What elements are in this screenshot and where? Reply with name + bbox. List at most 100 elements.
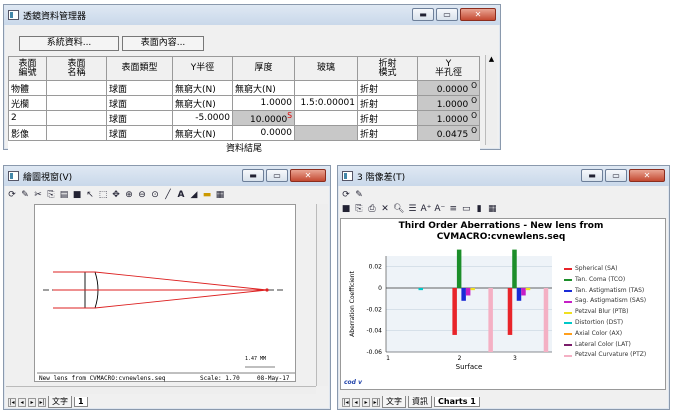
- cell-id[interactable]: 影像: [8, 125, 47, 141]
- cell-aperture[interactable]: 1.0000 O: [417, 110, 480, 126]
- minimize-button[interactable]: ▬: [581, 169, 603, 182]
- paste-icon[interactable]: ▤: [59, 190, 69, 200]
- cell-radius[interactable]: 無窮大(N): [172, 95, 233, 111]
- close-button[interactable]: ✕: [290, 169, 326, 182]
- cell-thickness[interactable]: 10.0000S: [232, 110, 295, 126]
- cell-radius[interactable]: 無窮大(N): [172, 125, 233, 141]
- cell-type[interactable]: 球面: [106, 110, 173, 126]
- copy-icon[interactable]: ⎘: [354, 204, 364, 214]
- cell-thickness[interactable]: 0.0000: [232, 125, 295, 141]
- cell-id[interactable]: 物體: [8, 80, 47, 96]
- drawing-canvas[interactable]: 1.47 MM New lens from CVMACRO:cvnewlens.…: [34, 204, 296, 382]
- lde-vertical-scrollbar[interactable]: ▲: [485, 55, 497, 145]
- zoom-in-icon[interactable]: ⊕: [124, 190, 134, 200]
- edit-icon[interactable]: ✎: [20, 190, 30, 200]
- cell-aperture[interactable]: 1.0000 O: [417, 95, 480, 111]
- cell-aperture[interactable]: 0.0000 O: [417, 80, 480, 96]
- table-icon[interactable]: ▦: [487, 204, 497, 214]
- grid-lines-icon[interactable]: ≡: [448, 204, 458, 214]
- surface-properties-button[interactable]: 表面內容...: [122, 36, 204, 51]
- cell-type[interactable]: 球面: [106, 125, 173, 141]
- maximize-button[interactable]: ▭: [436, 8, 458, 21]
- cell-aperture[interactable]: 0.0475 O: [417, 125, 480, 141]
- drawing-titlebar[interactable]: 繪圖視窗(V) ▬ ▭ ✕: [4, 166, 330, 186]
- tab-1[interactable]: 1: [74, 397, 88, 407]
- cell-glass[interactable]: 1.5:0.00001: [294, 95, 358, 111]
- cell-mode[interactable]: 折射: [357, 125, 418, 141]
- cell-name[interactable]: [46, 80, 107, 96]
- cut-icon[interactable]: ✂: [33, 190, 43, 200]
- close-button[interactable]: ✕: [629, 169, 665, 182]
- eraser-icon[interactable]: ◢: [189, 190, 199, 200]
- scroll-up-arrow[interactable]: ▲: [486, 55, 497, 63]
- cell-mode[interactable]: 折射: [357, 80, 418, 96]
- edit-icon[interactable]: ✎: [354, 190, 364, 200]
- cell-name[interactable]: [46, 95, 107, 111]
- cell-radius[interactable]: 無窮大(N): [172, 80, 233, 96]
- cell-glass[interactable]: [294, 110, 358, 126]
- minimize-button[interactable]: ▬: [242, 169, 264, 182]
- cell-name[interactable]: [46, 125, 107, 141]
- tab-charts-1[interactable]: Charts 1: [434, 397, 480, 407]
- pan-icon[interactable]: ✥: [111, 190, 121, 200]
- grid-icon[interactable]: ▦: [215, 190, 225, 200]
- maximize-button[interactable]: ▭: [605, 169, 627, 182]
- drawing-vertical-scrollbar[interactable]: [316, 204, 328, 386]
- cell-mode[interactable]: 折射: [357, 95, 418, 111]
- cell-id[interactable]: 光欄: [8, 95, 47, 111]
- cell-glass[interactable]: [294, 125, 358, 141]
- cell-name[interactable]: [46, 110, 107, 126]
- cross-icon[interactable]: ✕: [380, 204, 390, 214]
- table-row[interactable]: 影像 球面 無窮大(N) 0.0000 折射 0.0475 O: [8, 125, 480, 141]
- tab-text[interactable]: 文字: [382, 396, 406, 408]
- tab-last-arrow[interactable]: ▸|: [372, 397, 380, 407]
- close-button[interactable]: ✕: [460, 8, 496, 21]
- minimize-button[interactable]: ▬: [412, 8, 434, 21]
- tab-prev-arrow[interactable]: ◂: [18, 397, 26, 407]
- drawing-horizontal-scrollbar[interactable]: [6, 386, 316, 394]
- font-smaller-icon[interactable]: A⁻: [434, 204, 445, 214]
- tab-first-arrow[interactable]: |◂: [342, 397, 350, 407]
- chart-type-icon[interactable]: ▮: [474, 204, 484, 214]
- legend-label: Sag. Astigmatism (SAS): [575, 297, 647, 305]
- legend-icon[interactable]: ☰: [407, 204, 417, 214]
- cell-radius[interactable]: -5.0000: [172, 110, 233, 126]
- cell-type[interactable]: 球面: [106, 95, 173, 111]
- table-row[interactable]: 物體 球面 無窮大(N) 無窮大(N) 折射 0.0000 O: [8, 80, 480, 96]
- cell-type[interactable]: 球面: [106, 80, 173, 96]
- line-icon[interactable]: ╱: [163, 190, 173, 200]
- text-icon[interactable]: A: [176, 190, 186, 200]
- font-bigger-icon[interactable]: A⁺: [420, 204, 431, 214]
- save-icon[interactable]: ■: [341, 204, 351, 214]
- zoom-out-icon[interactable]: ⊖: [137, 190, 147, 200]
- zoom-fit-icon[interactable]: ⊙: [150, 190, 160, 200]
- table-row[interactable]: 2 球面 -5.0000 10.0000S 折射 1.0000 O: [8, 110, 480, 126]
- system-data-button[interactable]: 系統資料...: [19, 36, 119, 51]
- cell-thickness[interactable]: 1.0000: [232, 95, 295, 111]
- pointer-icon[interactable]: ↖: [85, 190, 95, 200]
- tab-next-arrow[interactable]: ▸: [362, 397, 370, 407]
- tab-last-arrow[interactable]: ▸|: [38, 397, 46, 407]
- print-icon[interactable]: ⎙: [367, 204, 377, 214]
- cell-id[interactable]: 2: [8, 110, 47, 126]
- copy-icon[interactable]: ⎘: [46, 190, 56, 200]
- tab-text[interactable]: 文字: [48, 396, 72, 408]
- save-icon[interactable]: ■: [72, 190, 82, 200]
- zoom-icon[interactable]: 🔍︎: [393, 204, 404, 214]
- border-icon[interactable]: ▭: [461, 204, 471, 214]
- refresh-icon[interactable]: ⟳: [341, 190, 351, 200]
- lde-titlebar[interactable]: 透鏡資料管理器 ▬ ▭ ✕: [4, 5, 500, 25]
- cell-glass[interactable]: [294, 80, 358, 96]
- cell-mode[interactable]: 折射: [357, 110, 418, 126]
- maximize-button[interactable]: ▭: [266, 169, 288, 182]
- table-row[interactable]: 光欄 球面 無窮大(N) 1.0000 1.5:0.00001 折射 1.000…: [8, 95, 480, 111]
- zoom-window-icon[interactable]: ⬚: [98, 190, 108, 200]
- tab-first-arrow[interactable]: |◂: [8, 397, 16, 407]
- refresh-icon[interactable]: ⟳: [7, 190, 17, 200]
- aberrations-titlebar[interactable]: 3 階像差(T) ▬ ▭ ✕: [338, 166, 669, 186]
- cell-thickness[interactable]: 無窮大(N): [232, 80, 295, 96]
- highlight-icon[interactable]: ▬: [202, 190, 212, 200]
- tab-prev-arrow[interactable]: ◂: [352, 397, 360, 407]
- tab-next-arrow[interactable]: ▸: [28, 397, 36, 407]
- tab-info[interactable]: 資訊: [408, 396, 432, 408]
